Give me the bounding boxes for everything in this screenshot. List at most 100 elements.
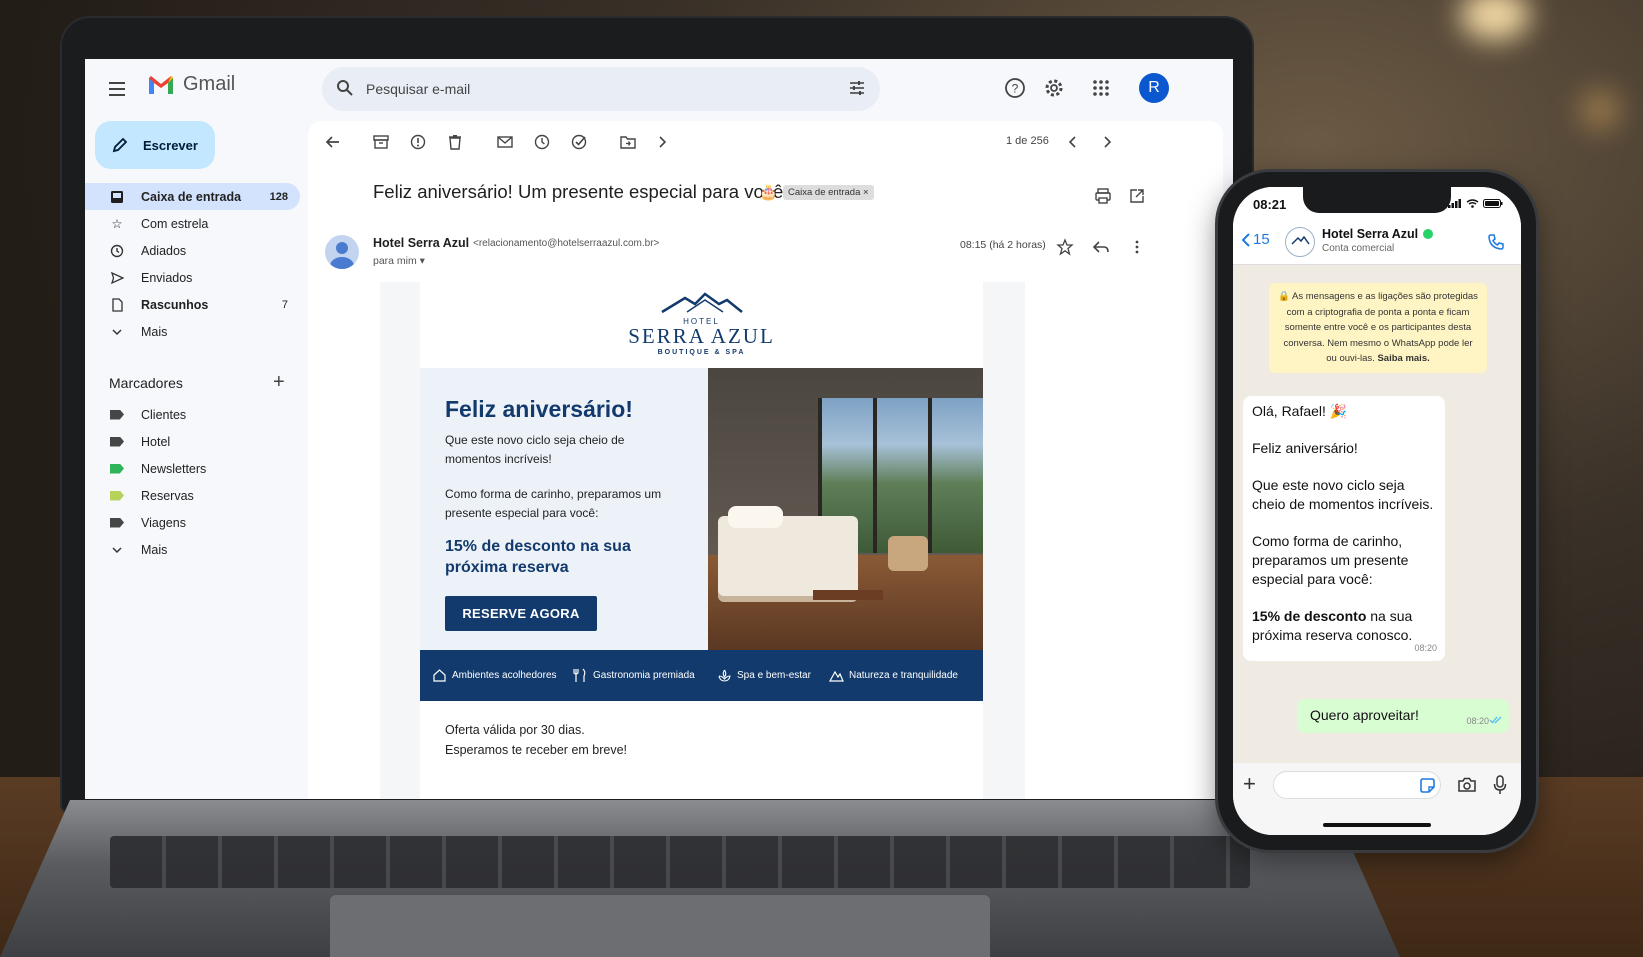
apps-grid-icon[interactable] xyxy=(1089,76,1113,100)
account-avatar[interactable]: R xyxy=(1139,73,1169,103)
back-button[interactable]: 15 xyxy=(1241,231,1270,248)
pagination-text: 1 de 256 xyxy=(1006,135,1049,147)
chevron-down-icon xyxy=(109,544,125,556)
label-item-hotel[interactable]: Hotel xyxy=(85,428,300,455)
more-vertical-icon[interactable] xyxy=(1128,238,1146,256)
battery-icon xyxy=(1483,199,1503,208)
message-input[interactable] xyxy=(1273,771,1441,799)
inbox-label-chip[interactable]: Caixa de entrada × xyxy=(783,185,874,200)
cutlery-icon xyxy=(573,668,586,682)
contact-name[interactable]: Hotel Serra Azul xyxy=(1322,227,1418,241)
sticker-icon[interactable] xyxy=(1419,777,1436,794)
bokeh-light xyxy=(1580,90,1620,130)
trash-icon[interactable] xyxy=(446,133,464,151)
discount-offer: 15% de desconto na sua próxima reserva xyxy=(445,538,631,576)
gmail-logo[interactable]: Gmail xyxy=(147,73,235,96)
message-time: 08:20 xyxy=(1466,716,1489,726)
sidebar-item-more[interactable]: Mais xyxy=(85,318,300,345)
sidebar-item-label: Mais xyxy=(141,324,168,339)
reserve-now-button[interactable]: RESERVE AGORA xyxy=(445,596,597,631)
more-chevron-right-icon[interactable] xyxy=(653,133,671,151)
report-spam-icon[interactable] xyxy=(409,133,427,151)
label-item-viagens[interactable]: Viagens xyxy=(85,509,300,536)
open-in-new-window-icon[interactable] xyxy=(1128,187,1146,205)
labels-more[interactable]: Mais xyxy=(85,536,300,563)
draft-count: 7 xyxy=(281,298,288,311)
mountain-icon xyxy=(829,670,844,682)
sidebar-item-label: Caixa de entrada xyxy=(141,189,242,204)
search-icon xyxy=(337,80,353,96)
main-menu-button[interactable] xyxy=(109,77,133,101)
move-to-folder-icon[interactable] xyxy=(619,133,637,151)
older-chevron-right-icon[interactable] xyxy=(1098,133,1116,151)
sidebar-item-drafts[interactable]: Rascunhos 7 xyxy=(85,291,300,318)
amenity-item: Spa e bem-estar xyxy=(717,668,811,683)
search-bar[interactable]: Pesquisar e-mail xyxy=(322,67,880,111)
snooze-icon[interactable] xyxy=(533,133,551,151)
reply-icon[interactable] xyxy=(1092,238,1110,256)
settings-gear-icon[interactable] xyxy=(1042,76,1066,100)
message-line: Feliz aniversário! xyxy=(1252,440,1358,456)
mountain-logo-icon xyxy=(660,292,743,314)
sidebar-item-inbox[interactable]: Caixa de entrada 128 xyxy=(85,183,300,210)
newer-chevron-left-icon[interactable] xyxy=(1064,133,1082,151)
message-time: 08:20 xyxy=(1414,643,1437,653)
sender-avatar xyxy=(325,235,359,269)
email-timestamp: 08:15 (há 2 horas) xyxy=(960,239,1046,251)
search-input[interactable]: Pesquisar e-mail xyxy=(366,81,470,97)
help-icon[interactable]: ? xyxy=(1003,76,1027,100)
sidebar-item-sent[interactable]: Enviados xyxy=(85,264,300,291)
sidebar-item-snoozed[interactable]: Adiados xyxy=(85,237,300,264)
label-tag-icon xyxy=(110,490,124,501)
archive-icon[interactable] xyxy=(372,133,390,151)
learn-more-link[interactable]: Saiba mais. xyxy=(1377,353,1429,364)
compose-button[interactable]: Escrever xyxy=(95,121,215,169)
print-icon[interactable] xyxy=(1094,187,1112,205)
unread-chats-count: 15 xyxy=(1253,231,1270,248)
microphone-icon[interactable] xyxy=(1493,775,1507,795)
camera-icon[interactable] xyxy=(1457,776,1477,793)
back-arrow-icon[interactable] xyxy=(324,133,342,151)
mark-unread-icon[interactable] xyxy=(496,133,514,151)
label-tag-icon xyxy=(110,436,124,447)
chevron-left-icon xyxy=(1241,232,1250,247)
recipient-details[interactable]: para mim ▾ xyxy=(373,255,425,267)
amenity-item: Gastronomia premiada xyxy=(573,668,695,683)
encryption-notice[interactable]: 🔒 As mensagens e as ligações são protegi… xyxy=(1269,283,1487,373)
label-item-clientes[interactable]: Clientes xyxy=(85,401,300,428)
unread-count: 128 xyxy=(269,190,288,203)
wifi-icon xyxy=(1466,199,1479,208)
message-bold-text: 15% de desconto xyxy=(1252,608,1367,624)
add-task-icon[interactable] xyxy=(570,133,588,151)
sidebar-item-starred[interactable]: ☆ Com estrela xyxy=(85,210,300,237)
label-item-newsletters[interactable]: Newsletters xyxy=(85,455,300,482)
amenity-label: Gastronomia premiada xyxy=(593,670,695,681)
laptop-trackpad xyxy=(330,895,990,957)
attach-plus-icon[interactable]: + xyxy=(1243,771,1256,797)
message-line: Que este novo ciclo seja cheio de moment… xyxy=(1252,477,1434,512)
contact-avatar[interactable] xyxy=(1285,227,1315,257)
star-icon[interactable] xyxy=(1056,238,1074,256)
sidebar-nav: Caixa de entrada 128 ☆ Com estrela Adiad… xyxy=(85,183,300,345)
sidebar-item-label: Rascunhos xyxy=(141,297,209,312)
email-newsletter: HOTEL SERRA AZUL BOUTIQUE & SPA Feliz an… xyxy=(420,282,983,799)
gmail-wordmark: Gmail xyxy=(183,73,236,95)
clock-icon xyxy=(109,244,125,258)
phone-call-icon[interactable] xyxy=(1487,233,1505,251)
bokeh-light xyxy=(1460,0,1530,40)
label-item-reservas[interactable]: Reservas xyxy=(85,482,300,509)
search-options-icon[interactable] xyxy=(848,79,866,97)
label-tag-icon xyxy=(110,517,124,528)
message-line: 15% de desconto na sua próxima reserva c… xyxy=(1252,607,1437,645)
laptop-keyboard xyxy=(110,836,1250,888)
message-line: Como forma de carinho, preparamos um pre… xyxy=(1252,533,1409,587)
clock: 08:21 xyxy=(1253,197,1287,212)
incoming-message[interactable]: Olá, Rafael! 🎉 Feliz aniversário! Que es… xyxy=(1243,396,1445,661)
label-tag-icon xyxy=(110,463,124,474)
add-label-icon[interactable]: + xyxy=(273,371,285,394)
message-text: Quero aproveitar! xyxy=(1310,707,1419,723)
gmail-m-icon xyxy=(149,75,173,94)
hero-paragraph-2: Como forma de carinho, preparamos um pre… xyxy=(445,487,662,520)
hotel-logo: HOTEL SERRA AZUL BOUTIQUE & SPA xyxy=(420,292,983,356)
outgoing-message[interactable]: Quero aproveitar! 08:20 xyxy=(1297,699,1509,733)
